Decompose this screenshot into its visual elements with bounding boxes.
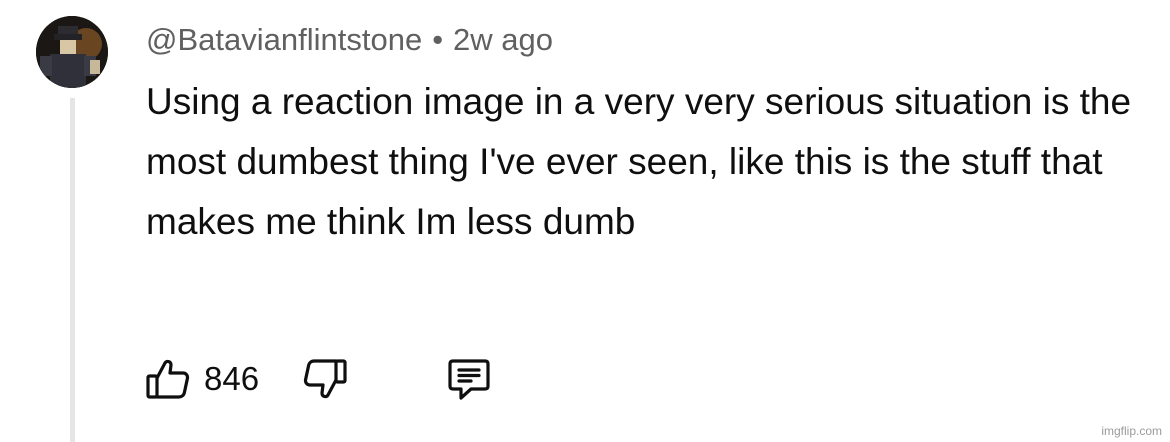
watermark: imgflip.com xyxy=(1101,424,1162,438)
comment-reply-icon[interactable] xyxy=(445,355,493,403)
comment-text: Using a reaction image in a very very se… xyxy=(146,81,1132,242)
like-count: 846 xyxy=(204,360,260,397)
comment-actions: 846 xyxy=(144,352,493,406)
avatar-image xyxy=(36,16,108,88)
avatar[interactable] xyxy=(36,16,108,88)
thumbs-down-icon[interactable] xyxy=(301,355,349,403)
thread-line xyxy=(70,98,75,442)
thumbs-up-icon[interactable] xyxy=(144,355,192,403)
comment-author[interactable]: @Batavianflintstone xyxy=(146,22,422,57)
meta-separator: • xyxy=(432,22,444,57)
comment-meta: @Batavianflintstone • 2w ago xyxy=(146,20,553,60)
comment-timestamp[interactable]: 2w ago xyxy=(453,22,553,57)
